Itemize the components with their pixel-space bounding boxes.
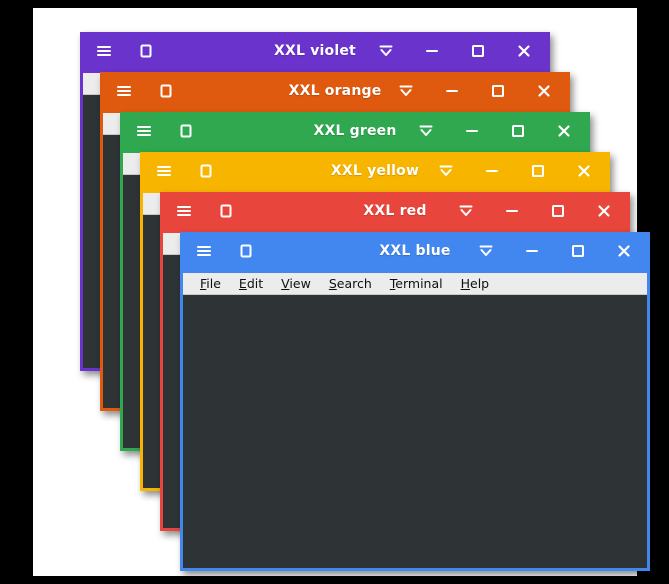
hamburger-menu-icon[interactable] <box>174 201 194 221</box>
shade-rollup-icon[interactable] <box>456 201 476 221</box>
menu-item-terminal[interactable]: Terminal <box>381 276 452 291</box>
menu-item-search[interactable]: Search <box>320 276 381 291</box>
titlebar-yellow[interactable]: XXL yellow <box>140 152 610 190</box>
menu-item-file[interactable]: File <box>191 276 230 291</box>
minimize-icon[interactable] <box>422 41 442 61</box>
close-icon[interactable] <box>554 121 574 141</box>
titlebar-right-buttons <box>396 81 558 101</box>
minimize-icon[interactable] <box>442 81 462 101</box>
shade-rollup-icon[interactable] <box>476 241 496 261</box>
window-square-icon[interactable] <box>156 81 176 101</box>
close-icon[interactable] <box>534 81 554 101</box>
document-page: XXL violet FileEditViewSearchTerminalHelp… <box>33 8 650 576</box>
maximize-icon[interactable] <box>568 241 588 261</box>
maximize-icon[interactable] <box>548 201 568 221</box>
maximize-icon[interactable] <box>508 121 528 141</box>
hamburger-menu-icon[interactable] <box>194 241 214 261</box>
close-icon[interactable] <box>514 41 534 61</box>
maximize-icon[interactable] <box>468 41 488 61</box>
shade-rollup-icon[interactable] <box>436 161 456 181</box>
titlebar-left-buttons <box>114 81 176 101</box>
hamburger-menu-icon[interactable] <box>134 121 154 141</box>
shade-rollup-icon[interactable] <box>376 41 396 61</box>
titlebar-green[interactable]: XXL green <box>120 112 590 150</box>
window-square-icon[interactable] <box>216 201 236 221</box>
titlebar-right-buttons <box>456 201 618 221</box>
maximize-icon[interactable] <box>528 161 548 181</box>
titlebar-left-buttons <box>154 161 216 181</box>
window-square-icon[interactable] <box>196 161 216 181</box>
window-square-icon[interactable] <box>236 241 256 261</box>
hamburger-menu-icon[interactable] <box>154 161 174 181</box>
minimize-icon[interactable] <box>522 241 542 261</box>
close-icon[interactable] <box>574 161 594 181</box>
minimize-icon[interactable] <box>482 161 502 181</box>
window-square-icon[interactable] <box>176 121 196 141</box>
window-square-icon[interactable] <box>136 41 156 61</box>
titlebar-right-buttons <box>376 41 538 61</box>
shade-rollup-icon[interactable] <box>396 81 416 101</box>
titlebar-left-buttons <box>134 121 196 141</box>
menu-item-edit[interactable]: Edit <box>230 276 272 291</box>
window-body-blue: File Edit View Search Terminal Help <box>180 270 650 571</box>
window-blue[interactable]: XXL blue File Edit View Search Terminal Help <box>180 232 650 571</box>
titlebar-left-buttons <box>194 241 256 261</box>
screen-root: XXL violet FileEditViewSearchTerminalHelp… <box>0 0 669 584</box>
minimize-icon[interactable] <box>502 201 522 221</box>
titlebar-violet[interactable]: XXL violet <box>80 32 550 70</box>
menu-item-view[interactable]: View <box>272 276 320 291</box>
shade-rollup-icon[interactable] <box>416 121 436 141</box>
titlebar-orange[interactable]: XXL orange <box>100 72 570 110</box>
titlebar-red[interactable]: XXL red <box>160 192 630 230</box>
titlebar-blue[interactable]: XXL blue <box>180 232 650 270</box>
menubar-blue: File Edit View Search Terminal Help <box>183 273 647 295</box>
titlebar-right-buttons <box>436 161 598 181</box>
titlebar-left-buttons <box>94 41 156 61</box>
titlebar-right-buttons <box>476 241 638 261</box>
titlebar-left-buttons <box>174 201 236 221</box>
hamburger-menu-icon[interactable] <box>114 81 134 101</box>
close-icon[interactable] <box>594 201 614 221</box>
titlebar-right-buttons <box>416 121 578 141</box>
hamburger-menu-icon[interactable] <box>94 41 114 61</box>
maximize-icon[interactable] <box>488 81 508 101</box>
terminal-content-blue[interactable] <box>183 295 647 568</box>
close-icon[interactable] <box>614 241 634 261</box>
minimize-icon[interactable] <box>462 121 482 141</box>
menu-item-help[interactable]: Help <box>452 276 499 291</box>
